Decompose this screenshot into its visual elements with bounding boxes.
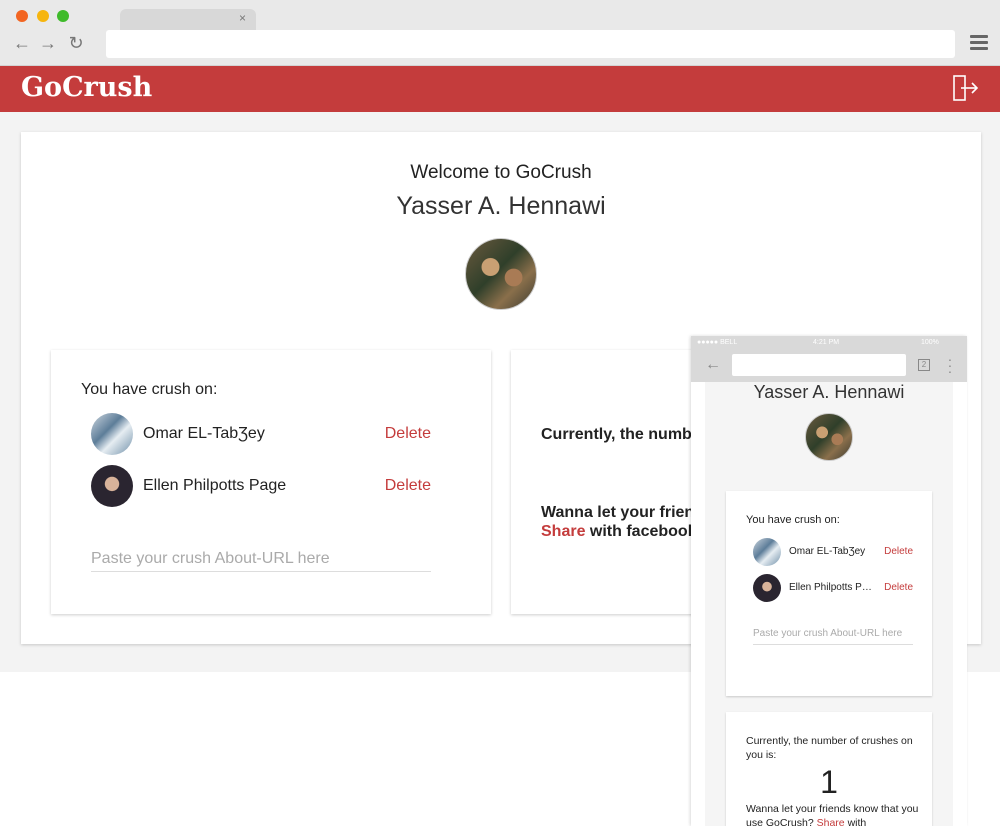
status-battery: 100%	[921, 339, 939, 346]
logout-icon[interactable]	[951, 74, 979, 102]
share-prompt-line: Wanna let your friend	[541, 504, 704, 521]
mobile-address-bar[interactable]	[732, 354, 906, 376]
crush-count-text: Currently, the number of crushes on you …	[746, 735, 913, 761]
mobile-browser-bar: ← 2 · · ·	[691, 350, 967, 382]
crush-count-card: Currently, the number of crushes on you …	[726, 712, 932, 826]
forward-icon[interactable]: →	[38, 33, 58, 53]
mobile-content: Yasser A. Hennawi You have crush on: Oma…	[705, 382, 953, 826]
crush-name: Omar EL-TabƷey	[789, 546, 866, 557]
avatar	[91, 465, 133, 507]
delete-button[interactable]: Delete	[884, 546, 913, 557]
browser-chrome: × ← → ↻	[0, 0, 1000, 66]
avatar	[753, 538, 781, 566]
more-icon[interactable]: · · ·	[947, 352, 953, 378]
window-maximize-dot[interactable]	[57, 10, 69, 22]
share-prompt: Wanna let your friends know that you use…	[746, 802, 926, 826]
list-item: Omar EL-TabƷey Delete	[91, 413, 431, 455]
tab-close-icon[interactable]: ×	[239, 11, 246, 25]
mobile-preview: ●●●●● BELL 4:21 PM 100% ← 2 · · · Yasser A…	[691, 336, 967, 826]
window-minimize-dot[interactable]	[37, 10, 49, 22]
logo[interactable]: GoCrush	[21, 72, 152, 103]
share-link[interactable]: Share	[541, 523, 585, 540]
crush-url-input[interactable]	[753, 623, 913, 645]
status-carrier: ●●●●● BELL	[697, 339, 738, 346]
status-time: 4:21 PM	[813, 339, 840, 346]
browser-tab[interactable]: ×	[120, 9, 256, 31]
crush-list-card: You have crush on: Omar EL-TabƷey Delete…	[51, 350, 491, 614]
crush-count-text: Currently, the number	[541, 426, 707, 443]
crush-name: Ellen Philpotts Page	[789, 582, 875, 593]
share-prompt: Wanna let your friend Share with faceboo…	[541, 503, 704, 541]
crush-list-title: You have crush on:	[81, 381, 218, 398]
list-item: Ellen Philpotts Page Delete	[91, 465, 431, 507]
mobile-status-bar: ●●●●● BELL 4:21 PM 100%	[691, 336, 967, 350]
user-avatar	[805, 413, 853, 461]
crush-count-value: 1	[820, 764, 838, 800]
welcome-heading: Welcome to GoCrush	[410, 162, 592, 183]
share-rest: with facebook	[585, 523, 697, 540]
app-header: GoCrush	[0, 66, 1000, 112]
tabs-count-icon[interactable]: 2	[918, 359, 930, 371]
window-close-dot[interactable]	[16, 10, 28, 22]
share-link[interactable]: Share	[817, 817, 845, 826]
list-item: Omar EL-TabƷey Delete	[753, 538, 913, 566]
avatar	[91, 413, 133, 455]
address-bar[interactable]	[106, 30, 955, 58]
crush-list-card: You have crush on: Omar EL-TabƷey Delete…	[726, 491, 932, 696]
user-name: Yasser A. Hennawi	[396, 192, 606, 220]
user-avatar	[465, 238, 537, 310]
list-item: Ellen Philpotts Page Delete	[753, 574, 913, 602]
back-icon[interactable]: ←	[12, 33, 32, 53]
back-icon[interactable]: ←	[705, 356, 721, 374]
avatar	[753, 574, 781, 602]
crush-name: Omar EL-TabƷey	[143, 425, 265, 442]
crush-list-title: You have crush on:	[746, 514, 840, 526]
crush-name: Ellen Philpotts Page	[143, 477, 287, 494]
reload-icon[interactable]: ↻	[66, 33, 86, 53]
delete-button[interactable]: Delete	[884, 582, 913, 593]
share-rest: with	[844, 817, 867, 826]
crush-url-input[interactable]	[91, 546, 431, 572]
browser-menu-icon[interactable]	[970, 35, 988, 51]
delete-button[interactable]: Delete	[385, 477, 431, 495]
user-name: Yasser A. Hennawi	[753, 382, 905, 402]
delete-button[interactable]: Delete	[385, 425, 431, 443]
